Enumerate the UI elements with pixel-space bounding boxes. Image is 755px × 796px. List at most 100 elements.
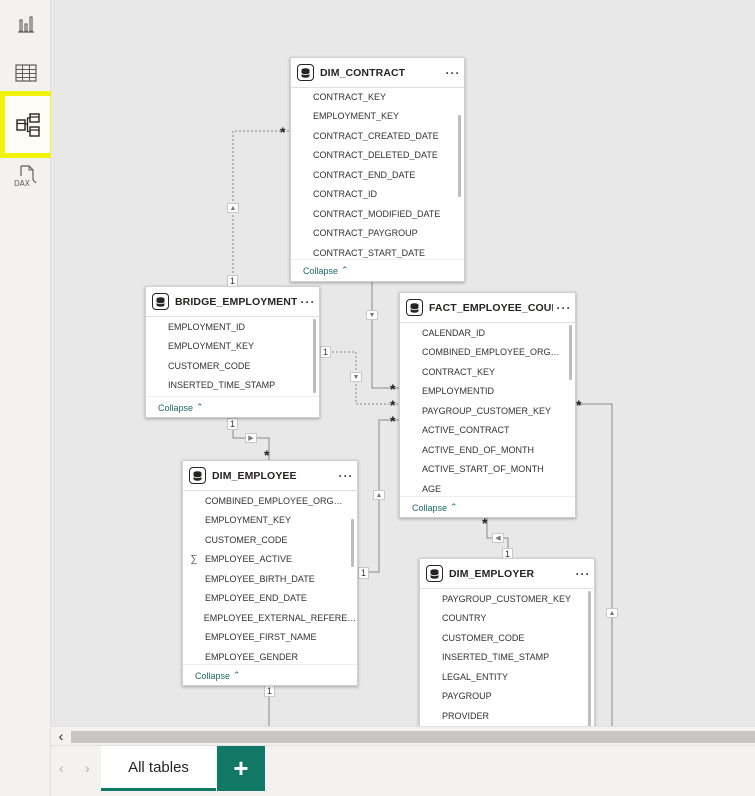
table-title: BRIDGE_EMPLOYMENT <box>175 295 297 308</box>
chevron-up-icon: ⌃ <box>233 670 241 680</box>
more-options-button[interactable]: ··· <box>335 469 357 483</box>
column-item[interactable]: CONTRACT_CREATED_DATE <box>291 126 464 146</box>
column-item[interactable]: PAYGROUP_CUSTOMER_KEY <box>420 589 594 609</box>
table-title: DIM_CONTRACT <box>320 66 406 79</box>
column-item[interactable]: EMPLOYMENT_KEY <box>183 511 357 531</box>
more-options-button[interactable]: ··· <box>553 301 575 315</box>
add-layout-button[interactable]: + <box>217 746 265 791</box>
view-rail: DAX <box>0 0 55 796</box>
more-options-button[interactable]: ··· <box>297 295 319 309</box>
column-item[interactable]: ∑ EMPLOYEE_ACTIVE <box>183 550 357 570</box>
column-item[interactable]: CONTRACT_PAYGROUP <box>291 224 464 244</box>
column-item[interactable]: EMPLOYEE_EXTERNAL_REFERENCE <box>183 608 357 628</box>
one-marker: 1 <box>320 346 332 358</box>
column-item[interactable]: CONTRACT_ID <box>291 185 464 205</box>
column-item[interactable]: CONTRACT_END_DATE <box>291 165 464 185</box>
column-item[interactable]: EMPLOYEE_END_DATE <box>183 589 357 609</box>
table-card-fact-employee-count[interactable]: FACT_EMPLOYEE_COUNT ··· CALENDAR_ID COMB… <box>399 292 576 518</box>
model-canvas[interactable]: * 1 ▲ 1 ▼ ▼ * * * 1 ▶ * ▲ 1 * ◀ 1 * ▲ 1 … <box>51 0 755 745</box>
chevron-up-icon: ⌃ <box>341 265 349 275</box>
table-card-bridge-employment[interactable]: BRIDGE_EMPLOYMENT ··· EMPLOYMENT_ID EMPL… <box>145 286 320 418</box>
collapse-button[interactable]: Collapse ⌃ <box>146 396 319 418</box>
column-item[interactable]: CONTRACT_KEY <box>400 362 575 382</box>
column-item[interactable]: CUSTOMER_CODE <box>146 356 319 376</box>
column-item[interactable]: EMPLOYMENT_ID <box>146 317 319 337</box>
table-card-dim-contract[interactable]: DIM_CONTRACT ··· CONTRACT_KEY EMPLOYMENT… <box>290 57 465 282</box>
column-item[interactable]: EMPLOYEE_FIRST_NAME <box>183 628 357 648</box>
chevron-up-icon: ⌃ <box>196 402 204 412</box>
database-icon <box>297 64 314 81</box>
column-item[interactable]: CONTRACT_START_DATE <box>291 243 464 263</box>
column-list-scrollbar[interactable] <box>351 519 354 567</box>
column-item[interactable]: ACTIVE_END_OF_MONTH <box>400 440 575 460</box>
column-list-scrollbar[interactable] <box>458 115 461 197</box>
scrollbar-thumb[interactable] <box>71 731 755 743</box>
column-item[interactable]: PROVIDER <box>420 706 594 726</box>
table-title: DIM_EMPLOYER <box>449 567 535 580</box>
column-item[interactable]: EMPLOYEE_BIRTH_DATE <box>183 569 357 589</box>
column-list[interactable]: PAYGROUP_CUSTOMER_KEY COUNTRY CUSTOMER_C… <box>420 589 594 739</box>
column-item[interactable]: EMPLOYMENTID <box>400 382 575 402</box>
model-diagram-icon <box>15 112 40 137</box>
filter-direction-up-icon: ▲ <box>227 203 239 213</box>
table-view-button[interactable] <box>4 51 47 95</box>
bar-chart-icon <box>17 16 34 33</box>
relationship-contract-bridge <box>232 130 291 285</box>
column-item[interactable]: LEGAL_ENTITY <box>420 667 594 687</box>
column-item[interactable]: EMPLOYMENT_KEY <box>146 337 319 357</box>
one-marker: 1 <box>227 418 239 430</box>
column-item[interactable]: CONTRACT_KEY <box>291 87 464 107</box>
column-list-scrollbar[interactable] <box>588 591 591 731</box>
column-item[interactable]: CUSTOMER_CODE <box>183 530 357 550</box>
canvas-horizontal-scrollbar[interactable]: ‹ <box>51 726 755 745</box>
database-icon <box>426 565 443 582</box>
table-card-dim-employer[interactable]: DIM_EMPLOYER ··· PAYGROUP_CUSTOMER_KEY C… <box>419 558 595 745</box>
report-view-button[interactable] <box>4 2 47 46</box>
collapse-button[interactable]: Collapse ⌃ <box>400 496 575 518</box>
column-item[interactable]: CALENDAR_ID <box>400 323 575 343</box>
more-options-button[interactable]: ··· <box>442 66 464 80</box>
column-list-scrollbar[interactable] <box>313 319 316 393</box>
column-item[interactable]: INSERTED_TIME_STAMP <box>146 376 319 396</box>
column-item[interactable]: EMPLOYEE_GENDER <box>183 647 357 667</box>
column-list[interactable]: CALENDAR_ID COMBINED_EMPLOYEE_ORGINIZ...… <box>400 323 575 496</box>
more-options-button[interactable]: ··· <box>572 567 594 581</box>
model-view-button[interactable] <box>0 91 55 158</box>
column-list[interactable]: EMPLOYMENT_ID EMPLOYMENT_KEY CUSTOMER_CO… <box>146 317 319 396</box>
many-marker: * <box>390 413 396 429</box>
dax-query-view-button[interactable]: DAX <box>4 154 47 198</box>
column-list-scrollbar[interactable] <box>569 325 572 380</box>
column-item[interactable]: INSERTED_TIME_STAMP <box>420 648 594 668</box>
many-marker: * <box>576 397 582 413</box>
many-marker: * <box>280 124 286 140</box>
scroll-left-button[interactable]: ‹ <box>53 727 69 745</box>
tab-next-button[interactable]: › <box>85 760 90 776</box>
tab-prev-button[interactable]: ‹ <box>59 760 64 776</box>
column-item[interactable]: EMPLOYMENT_KEY <box>291 107 464 127</box>
filter-direction-down-icon: ▼ <box>350 372 362 382</box>
table-grid-icon <box>14 64 37 82</box>
filter-direction-down-icon: ▼ <box>366 310 378 320</box>
column-item[interactable]: CUSTOMER_CODE <box>420 628 594 648</box>
column-item[interactable]: AGE <box>400 479 575 499</box>
plus-icon: + <box>233 753 249 783</box>
database-icon <box>406 299 423 316</box>
tab-all-tables[interactable]: All tables <box>101 746 216 791</box>
column-item[interactable]: CONTRACT_DELETED_DATE <box>291 146 464 166</box>
collapse-button[interactable]: Collapse ⌃ <box>183 664 357 686</box>
column-list[interactable]: CONTRACT_KEY EMPLOYMENT_KEY CONTRACT_CRE… <box>291 87 464 259</box>
many-marker: * <box>482 515 488 531</box>
column-item[interactable]: PAYGROUP_CUSTOMER_KEY <box>400 401 575 421</box>
column-item[interactable]: COMBINED_EMPLOYEE_ORGINIZ... <box>183 491 357 511</box>
column-list[interactable]: COMBINED_EMPLOYEE_ORGINIZ... EMPLOYMENT_… <box>183 491 357 664</box>
layout-tab-bar: ‹ › All tables + <box>51 745 755 796</box>
column-item[interactable]: PAYGROUP <box>420 687 594 707</box>
column-item[interactable]: ACTIVE_START_OF_MONTH <box>400 460 575 480</box>
column-item[interactable]: CONTRACT_MODIFIED_DATE <box>291 204 464 224</box>
column-item[interactable]: COMBINED_EMPLOYEE_ORGINIZ... <box>400 343 575 363</box>
filter-direction-up-icon: ▲ <box>373 490 385 500</box>
dax-label: DAX <box>14 179 30 188</box>
column-item[interactable]: COUNTRY <box>420 609 594 629</box>
table-card-dim-employee[interactable]: DIM_EMPLOYEE ··· COMBINED_EMPLOYEE_ORGIN… <box>182 460 358 686</box>
column-item[interactable]: ACTIVE_CONTRACT <box>400 421 575 441</box>
